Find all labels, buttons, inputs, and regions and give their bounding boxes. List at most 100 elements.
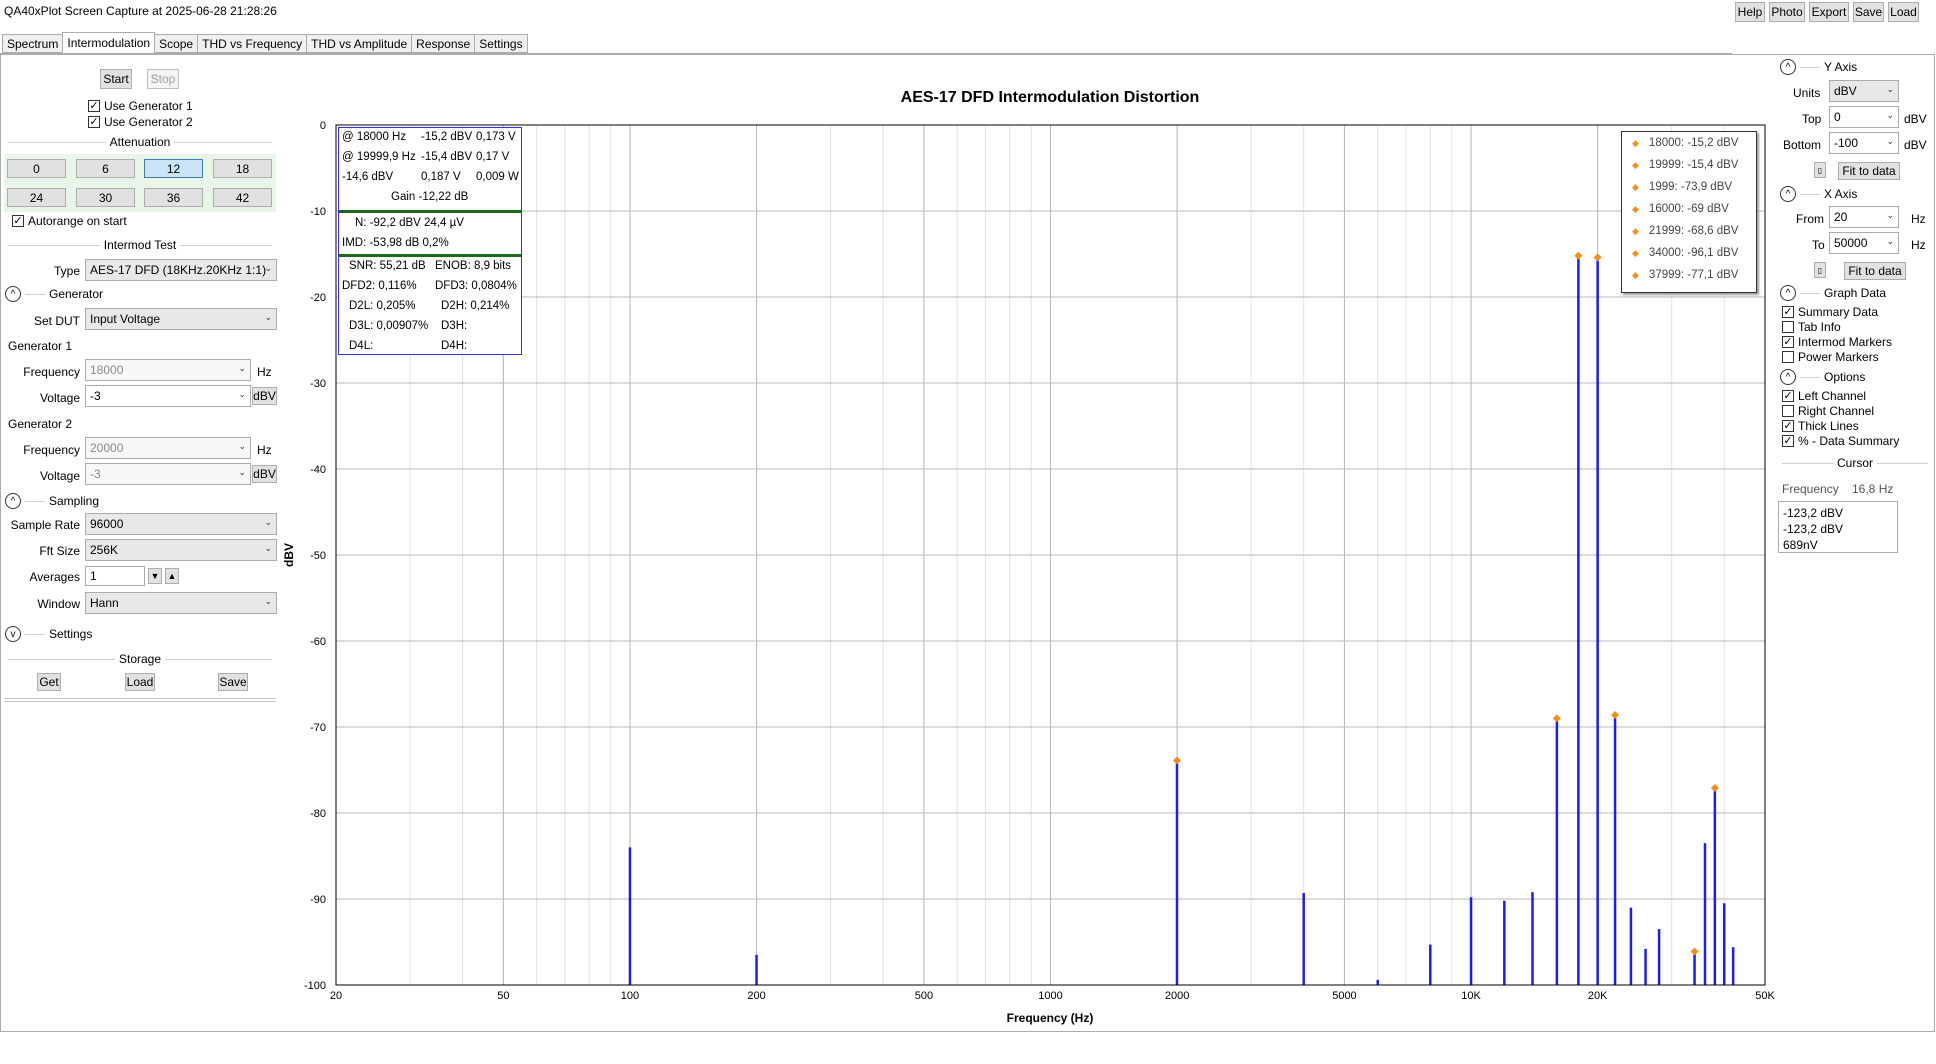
y-tick-label: -100 (304, 980, 326, 992)
legend-label: 37999: -77,1 dBV (1648, 269, 1739, 281)
chart-grid (335, 124, 1766, 986)
info-imd: IMD: -53,98 dB 0,2% (342, 237, 449, 249)
thick-lines-checkbox[interactable]: ✓ Thick Lines (1782, 419, 1859, 433)
to-label: To (1812, 238, 1825, 252)
right-channel-checkbox[interactable]: Right Channel (1782, 404, 1874, 418)
info-dfd3: DFD3: 0,0804% (435, 280, 517, 292)
x-tick-label: 50 (497, 990, 509, 1002)
y-tick-label: -30 (310, 378, 326, 390)
legend-item: ◆ 37999: -77,1 dBV (1632, 269, 1738, 281)
axis-ticks: 20 50 100 200 500 1000 2000 5000 10K 20K 50K 0 -10 -2… (304, 120, 1775, 1002)
info-snr: SNR: 55,21 dB (349, 260, 426, 272)
y-tick-label: -80 (310, 808, 326, 820)
collapse-up-icon[interactable]: ^ (1780, 59, 1796, 75)
check-icon: ✓ (1782, 420, 1794, 432)
options-section: ^ Options (1780, 369, 1932, 385)
top-unit: dBV (1904, 112, 1927, 126)
bottom-input[interactable]: -100 ⌄ (1829, 132, 1899, 154)
chevron-down-icon: ⌄ (1886, 236, 1894, 246)
x-tick-label: 50K (1755, 990, 1775, 1002)
checkbox-label: Left Channel (1798, 389, 1867, 403)
spectrum-lines (628, 255, 1735, 985)
info-total-volt: 0,187 V (421, 171, 461, 183)
divider (1877, 462, 1929, 464)
cursor-line: 689nV (1783, 538, 1818, 552)
info-total-power: 0,009 W (476, 171, 519, 183)
collapse-up-icon[interactable]: ^ (1780, 186, 1796, 202)
x-tick-label: 1000 (1038, 990, 1062, 1002)
from-input[interactable]: 20 ⌄ (1829, 206, 1899, 228)
summary-data-box: @ 18000 Hz -15,2 dBV 0,173 V @ 19999,9 H… (338, 127, 522, 355)
cursor-frequency-label: Frequency (1782, 482, 1839, 496)
legend-label: 18000: -15,2 dBV (1648, 137, 1739, 149)
checkbox-label: Power Markers (1798, 350, 1879, 364)
divider (339, 254, 521, 257)
square-icon: ▯ (1817, 165, 1823, 175)
y-fit-to-data-button[interactable]: Fit to data (1838, 162, 1900, 180)
info-volt1: 0,173 V (476, 131, 516, 143)
diamond-icon: ◆ (1632, 270, 1639, 280)
diamond-icon: ◆ (1632, 138, 1639, 148)
percent-data-summary-checkbox[interactable]: ✓ % - Data Summary (1782, 434, 1899, 448)
diamond-icon: ◆ (1632, 226, 1639, 236)
checkbox-label: Thick Lines (1798, 419, 1859, 433)
x-fit-to-data-button[interactable]: Fit to data (1844, 262, 1906, 280)
checkbox-label: % - Data Summary (1798, 434, 1900, 448)
x-tick-label: 100 (621, 990, 639, 1002)
units-select[interactable]: dBV ⌄ (1829, 80, 1899, 102)
y-axis-section: ^ Y Axis (1780, 59, 1932, 75)
marker-legend: ◆ 18000: -15,2 dBV ◆ 19999: -15,4 dBV ◆ 199… (1621, 131, 1757, 293)
x-tick-label: 200 (747, 990, 765, 1002)
top-label: Top (1802, 112, 1822, 126)
intermod-markers-checkbox[interactable]: ✓ Intermod Markers (1782, 335, 1892, 349)
summary-data-checkbox[interactable]: ✓ Summary Data (1782, 305, 1878, 319)
tab-info-checkbox[interactable]: Tab Info (1782, 320, 1841, 334)
y-tick-label: -50 (310, 550, 326, 562)
cursor-readout: -123,2 dBV -123,2 dBV 689nV (1778, 501, 1898, 553)
info-d2h: D2H: 0,214% (441, 300, 510, 312)
diamond-icon: ◆ (1632, 160, 1639, 170)
legend-item: ◆ 18000: -15,2 dBV (1632, 137, 1738, 149)
legend-item: ◆ 16000: -69 dBV (1632, 203, 1729, 215)
divider (1800, 193, 1820, 195)
lock-y-button[interactable]: ▯ (1814, 162, 1826, 178)
x-tick-label: 500 (915, 990, 933, 1002)
info-dfd2: DFD2: 0,116% (342, 280, 417, 292)
collapse-up-icon[interactable]: ^ (1780, 285, 1796, 301)
x-tick-label: 2000 (1165, 990, 1189, 1002)
legend-label: 1999: -73,9 dBV (1648, 181, 1733, 193)
legend-item: ◆ 1999: -73,9 dBV (1632, 181, 1732, 193)
square-icon: ▯ (1817, 265, 1823, 275)
from-unit: Hz (1911, 212, 1926, 226)
info-d2l: D2L: 0,205% (349, 300, 416, 312)
info-freq2: @ 19999,9 Hz (342, 151, 416, 163)
empty-check-icon (1782, 321, 1794, 333)
x-axis-section: ^ X Axis (1780, 186, 1932, 202)
top-input[interactable]: 0 ⌄ (1829, 106, 1899, 128)
y-axis-title: Y Axis (1824, 60, 1858, 74)
lock-x-button[interactable]: ▯ (1814, 262, 1826, 278)
diamond-icon: ◆ (1632, 182, 1639, 192)
info-enob: ENOB: 8,9 bits (435, 260, 512, 272)
from-value: 20 (1834, 210, 1848, 224)
legend-label: 21999: -68,6 dBV (1648, 225, 1739, 237)
x-tick-label: 20K (1588, 990, 1608, 1002)
info-level1: -15,2 dBV (421, 131, 473, 143)
power-markers-checkbox[interactable]: Power Markers (1782, 350, 1879, 364)
info-d4h: D4H: (441, 340, 468, 352)
check-icon: ✓ (1782, 390, 1794, 402)
y-tick-label: -40 (310, 464, 326, 476)
x-tick-label: 10K (1461, 990, 1481, 1002)
check-icon: ✓ (1782, 435, 1794, 447)
bottom-label: Bottom (1783, 138, 1822, 152)
left-channel-checkbox[interactable]: ✓ Left Channel (1782, 389, 1866, 403)
y-tick-label: -60 (310, 636, 326, 648)
bottom-unit: dBV (1904, 138, 1927, 152)
legend-label: 34000: -96,1 dBV (1648, 247, 1739, 259)
collapse-up-icon[interactable]: ^ (1780, 369, 1796, 385)
units-value: dBV (1834, 84, 1857, 98)
check-icon: ✓ (1782, 306, 1794, 318)
top-value: 0 (1834, 110, 1841, 124)
to-input[interactable]: 50000 ⌄ (1829, 232, 1899, 254)
from-label: From (1796, 212, 1824, 226)
